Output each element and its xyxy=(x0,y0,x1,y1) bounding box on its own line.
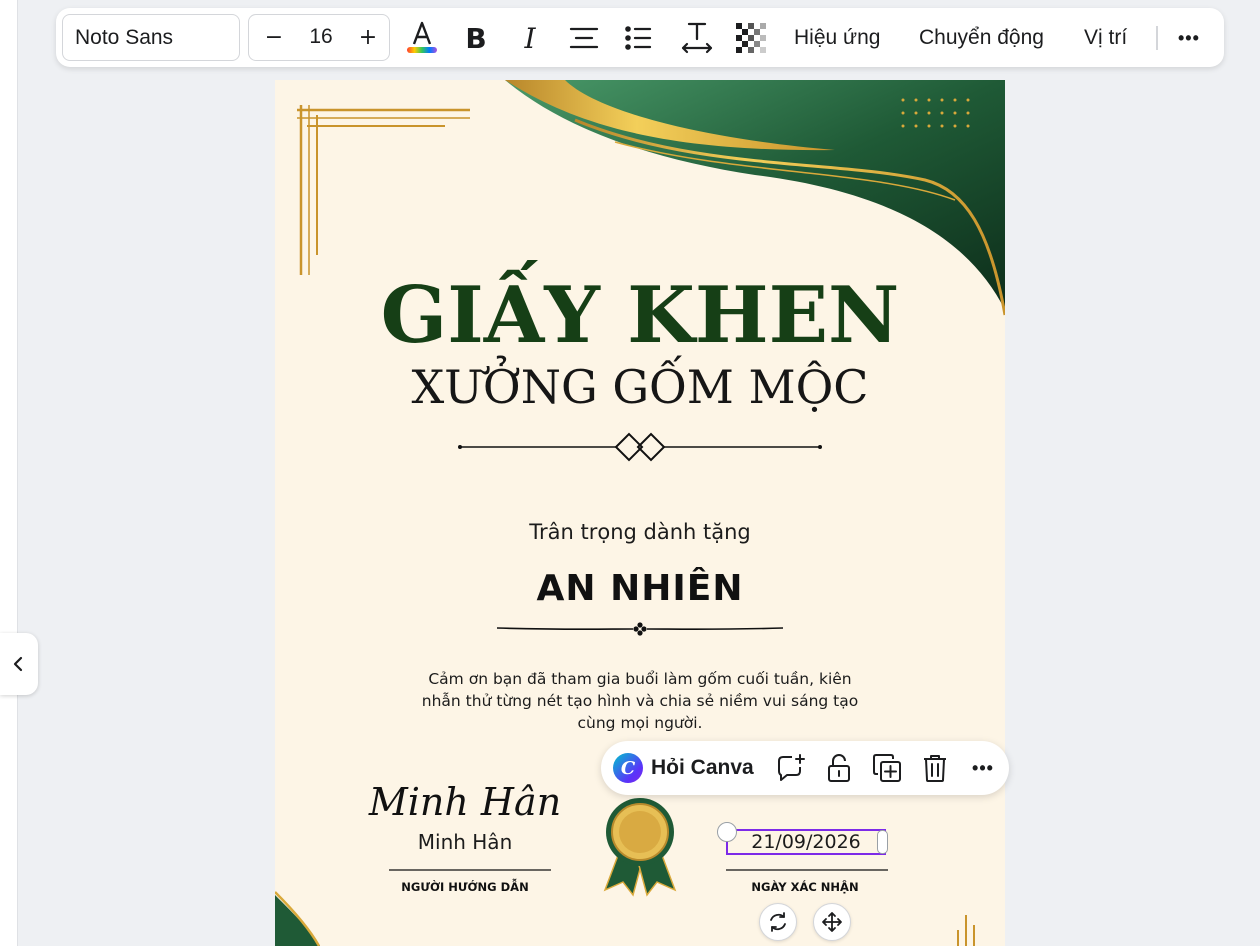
bold-button[interactable]: B xyxy=(457,18,495,58)
rotate-button[interactable] xyxy=(759,903,797,941)
letter-spacing-icon xyxy=(681,22,713,54)
chevron-left-icon xyxy=(13,656,23,672)
gold-lines-bottom-right xyxy=(957,915,975,946)
date-role[interactable]: NGÀY XÁC NHẬN xyxy=(715,880,895,894)
context-more-button[interactable]: ••• xyxy=(965,750,1001,786)
add-comment-icon xyxy=(778,754,805,781)
thank-you-message[interactable]: Cảm ơn bạn đã tham gia buổi làm gốm cuối… xyxy=(410,668,870,734)
duplicate-icon xyxy=(873,754,901,782)
move-icon xyxy=(822,912,842,932)
font-size-input[interactable]: 16 xyxy=(295,15,347,59)
text-color-icon xyxy=(407,21,437,53)
selected-date-textbox[interactable]: 21/09/2026 xyxy=(726,829,886,855)
trash-icon xyxy=(924,755,946,782)
toolbar-divider xyxy=(1156,26,1158,50)
certificate-page[interactable]: GIẤY KHEN XƯỞNG GỐM MỘC Trân trọng dành … xyxy=(275,80,1005,946)
delete-button[interactable] xyxy=(917,750,953,786)
text-color-button[interactable] xyxy=(403,18,441,58)
add-comment-button[interactable] xyxy=(773,750,809,786)
font-family-select[interactable]: Noto Sans xyxy=(62,14,240,61)
decrease-font-size-button[interactable]: − xyxy=(253,15,295,59)
duplicate-button[interactable] xyxy=(869,750,905,786)
certificate-subtitle[interactable]: XƯỞNG GỐM MỘC xyxy=(275,360,1005,414)
increase-font-size-button[interactable]: + xyxy=(347,15,389,59)
text-toolbar: Noto Sans − 16 + B I Hiệu ứng Chuyển độn… xyxy=(56,8,1224,67)
effects-button[interactable]: Hiệu ứng xyxy=(794,22,880,54)
rotate-handle[interactable] xyxy=(717,822,737,842)
rotate-icon xyxy=(770,912,786,932)
signer-name[interactable]: Minh Hân xyxy=(365,830,565,854)
certificate-title[interactable]: GIẤY KHEN xyxy=(275,270,1005,361)
list-button[interactable] xyxy=(619,18,657,58)
position-button[interactable]: Vị trí xyxy=(1084,22,1127,54)
small-divider xyxy=(496,622,784,636)
recipient-name[interactable]: AN NHIÊN xyxy=(275,568,1005,609)
move-button[interactable] xyxy=(813,903,851,941)
italic-button[interactable]: I xyxy=(511,18,549,58)
collapse-panel-button[interactable] xyxy=(0,633,38,695)
signer-role[interactable]: NGƯỜI HƯỚNG DẪN xyxy=(365,880,565,894)
bullet-list-icon xyxy=(625,26,652,50)
left-side-panel xyxy=(0,0,18,946)
canva-assistant-icon[interactable]: C xyxy=(613,753,643,783)
ask-canva-button[interactable]: Hỏi Canva xyxy=(651,741,754,795)
animate-button[interactable]: Chuyển động xyxy=(919,22,1044,54)
align-button[interactable] xyxy=(565,18,603,58)
lock-icon xyxy=(828,754,850,782)
font-size-stepper: − 16 + xyxy=(248,14,390,61)
align-center-icon xyxy=(569,27,599,49)
element-context-menu: C Hỏi Canva ••• xyxy=(601,741,1009,795)
gold-corner-frame xyxy=(297,105,470,275)
transparency-icon xyxy=(736,23,766,53)
spacing-button[interactable] xyxy=(678,18,716,58)
ornament-divider xyxy=(458,432,822,462)
lock-button[interactable] xyxy=(821,750,857,786)
dedication-text[interactable]: Trân trọng dành tặng xyxy=(275,520,1005,544)
medal-seal xyxy=(603,798,677,897)
transparency-button[interactable] xyxy=(732,18,770,58)
resize-handle[interactable] xyxy=(877,830,888,854)
more-options-button[interactable]: ••• xyxy=(1178,22,1200,54)
signature-script[interactable]: Minh Hân xyxy=(365,780,565,824)
